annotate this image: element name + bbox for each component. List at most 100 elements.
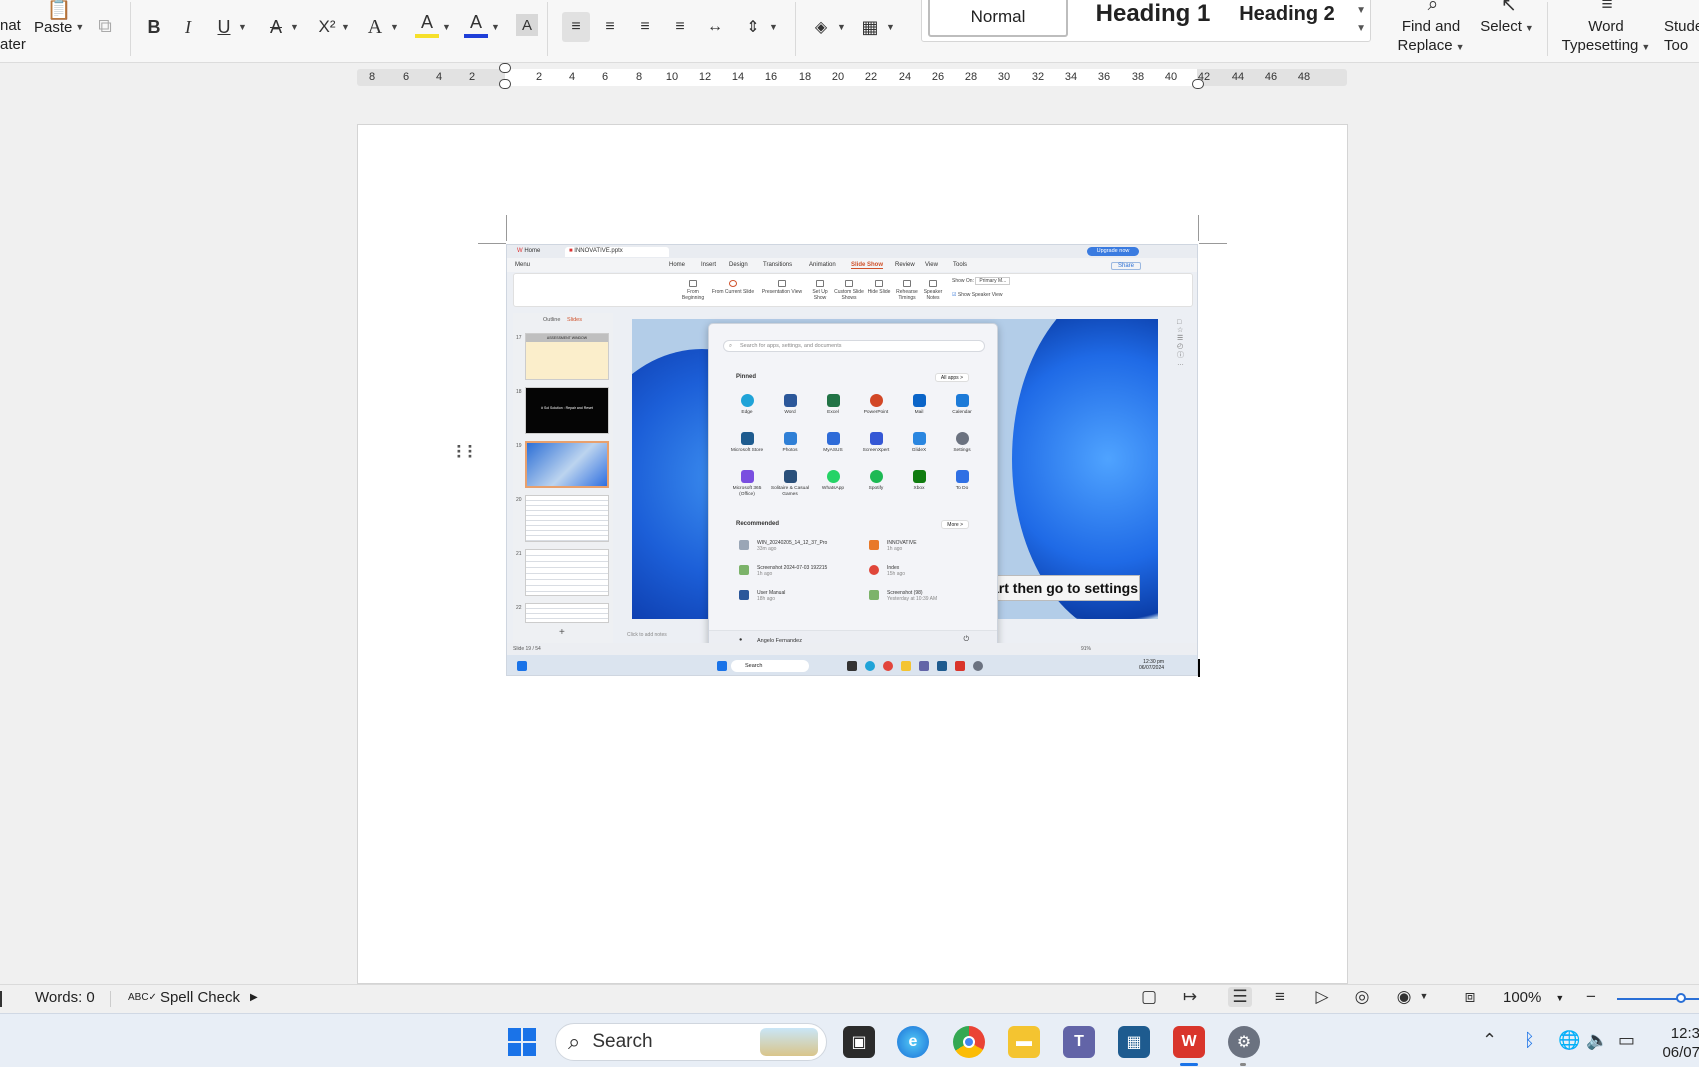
zoom-level[interactable]: 100% ▼ bbox=[1503, 989, 1564, 1006]
chrome-icon[interactable] bbox=[953, 1026, 985, 1058]
embedded-slide-thumb: ASSESSMENT WINDOW bbox=[525, 333, 609, 380]
right-indent-marker[interactable] bbox=[1192, 79, 1204, 89]
windows-start-button[interactable] bbox=[508, 1028, 536, 1056]
style-normal[interactable]: Normal bbox=[928, 0, 1068, 37]
ruler-number: 6 bbox=[601, 71, 609, 83]
chevron-down-icon[interactable]: ▼ bbox=[834, 12, 846, 42]
embedded-slide-thumb: # Sol Solution : Repair and Reset bbox=[525, 387, 609, 434]
format-painter-button[interactable]: nat ater bbox=[0, 16, 26, 54]
embedded-notes: Click to add notes bbox=[627, 632, 667, 638]
word-typesetting-label-2: Typesetting bbox=[1561, 37, 1639, 54]
embedded-folder-icon bbox=[901, 661, 911, 671]
zoom-slider[interactable] bbox=[1617, 998, 1699, 1000]
microsoft-store-icon[interactable]: ▦ bbox=[1118, 1026, 1150, 1058]
align-left-icon[interactable]: ≡ bbox=[562, 12, 590, 42]
taskbar-search-box[interactable]: ⌕ Search bbox=[555, 1023, 827, 1061]
edge-icon[interactable]: e bbox=[897, 1026, 929, 1058]
embedded-screenshot-image[interactable]: W Home ■ INNOVATIVE.pptx Upgrade now Men… bbox=[506, 244, 1198, 676]
superscript-button[interactable]: X² bbox=[314, 12, 340, 42]
drag-handle-icon[interactable]: ⠇⠇ bbox=[455, 444, 479, 462]
file-explorer-icon[interactable]: ▬ bbox=[1008, 1026, 1040, 1058]
ruler-number: 10 bbox=[665, 71, 679, 83]
chevron-down-icon[interactable]: ▼ bbox=[387, 12, 399, 42]
chevron-up-icon[interactable]: ⌃ bbox=[1482, 1030, 1497, 1051]
chevron-down-icon[interactable]: ▼ bbox=[766, 12, 778, 42]
embedded-slide-count: Slide 19 / 54 bbox=[513, 646, 541, 652]
highlight-button[interactable]: A bbox=[415, 10, 439, 38]
fit-page-icon[interactable]: ⧈ bbox=[1458, 987, 1482, 1007]
embedded-app-label: Calendar bbox=[952, 410, 972, 415]
align-center-icon[interactable]: ≡ bbox=[597, 12, 623, 42]
zoom-out-icon[interactable]: − bbox=[1579, 987, 1603, 1007]
chevron-down-icon[interactable]: ▼ bbox=[1412, 991, 1436, 1001]
bold-button[interactable]: B bbox=[143, 12, 165, 42]
embedded-store-icon bbox=[937, 661, 947, 671]
text-effects-button[interactable]: A bbox=[363, 12, 387, 42]
chevron-down-icon[interactable]: ▼ bbox=[883, 12, 895, 42]
spell-check-button[interactable]: ABC✓ Spell Check ▶ bbox=[128, 989, 258, 1006]
style-heading-1[interactable]: Heading 1 bbox=[1078, 0, 1228, 31]
battery-icon[interactable]: ▭ bbox=[1618, 1030, 1635, 1051]
chevron-down-icon[interactable]: ▼ bbox=[488, 12, 500, 42]
embedded-recommended-heading: Recommended bbox=[736, 521, 780, 527]
student-tools-label-1: Stude bbox=[1664, 18, 1699, 35]
shading-icon[interactable]: ◈ bbox=[808, 12, 834, 42]
embedded-teams-icon bbox=[919, 661, 929, 671]
borders-icon[interactable]: ▦ bbox=[857, 12, 883, 42]
justify-icon[interactable]: ≡ bbox=[667, 12, 693, 42]
bluetooth-icon[interactable]: ᛒ bbox=[1524, 1030, 1535, 1051]
select-button[interactable]: Select ▼ bbox=[1476, 17, 1538, 38]
clock-time: 12:3 bbox=[1670, 1025, 1699, 1042]
underline-button[interactable]: U bbox=[213, 12, 235, 42]
more-styles-icon[interactable]: ▼ bbox=[1356, 23, 1366, 34]
wps-office-icon[interactable]: W bbox=[1173, 1026, 1205, 1058]
distributed-align-icon[interactable]: ↔ bbox=[702, 12, 728, 42]
embedded-menu: Tools bbox=[953, 262, 968, 268]
taskbar-clock[interactable]: 12:3 06/07 bbox=[1660, 1024, 1699, 1062]
chevron-down-icon[interactable]: ▼ bbox=[439, 12, 451, 42]
line-spacing-icon[interactable]: ⇕ bbox=[740, 12, 766, 42]
embedded-app-label: Word bbox=[784, 410, 796, 415]
paste-button[interactable]: Paste ▼ bbox=[34, 17, 84, 37]
chevron-down-icon[interactable]: ▼ bbox=[1356, 5, 1366, 16]
embedded-slide-caption: art then go to settings bbox=[988, 575, 1140, 601]
word-typesetting-button[interactable]: Word Typesetting ▼ bbox=[1558, 17, 1654, 57]
embedded-start-icon bbox=[717, 661, 727, 671]
zoom-slider-handle[interactable] bbox=[1676, 993, 1686, 1003]
word-count[interactable]: Words: 0 bbox=[35, 989, 95, 1006]
font-color-button[interactable]: A bbox=[464, 10, 488, 38]
ruler-number: 2 bbox=[535, 71, 543, 83]
teams-icon[interactable]: T bbox=[1063, 1026, 1095, 1058]
first-line-indent-marker[interactable] bbox=[499, 63, 511, 73]
chevron-down-icon[interactable]: ▼ bbox=[235, 12, 247, 42]
find-replace-button[interactable]: Find and Replace ▼ bbox=[1388, 17, 1474, 57]
strikethrough-button[interactable]: A bbox=[265, 12, 287, 42]
embedded-rec-time: 33m ago bbox=[757, 546, 777, 552]
embedded-rec-item: INNOVATIVE 1h ago bbox=[869, 540, 917, 552]
embedded-settings-icon bbox=[973, 661, 983, 671]
embedded-app-label: Photos bbox=[782, 448, 798, 453]
embedded-rec-time: 15h ago bbox=[887, 571, 906, 577]
align-right-icon[interactable]: ≡ bbox=[632, 12, 658, 42]
style-heading-2[interactable]: Heading 2 bbox=[1222, 0, 1352, 31]
character-shading-button[interactable]: A bbox=[516, 14, 538, 36]
volume-icon[interactable]: 🔈 bbox=[1586, 1030, 1608, 1051]
italic-button[interactable]: I bbox=[177, 12, 199, 42]
export-icon[interactable]: ↦ bbox=[1178, 987, 1202, 1007]
chevron-down-icon[interactable]: ▼ bbox=[338, 12, 350, 42]
outline-view-icon[interactable]: ≡ bbox=[1268, 987, 1292, 1007]
network-icon[interactable]: 🌐 bbox=[1558, 1030, 1580, 1051]
horizontal-ruler[interactable]: 8 6 4 2 2 4 6 8 10 12 14 16 18 20 22 24 … bbox=[357, 63, 1347, 89]
embedded-app-settings: Settings bbox=[942, 432, 982, 454]
web-layout-icon[interactable]: ◎ bbox=[1350, 987, 1374, 1007]
student-tools-button[interactable]: Stude Too bbox=[1664, 17, 1699, 55]
task-view-icon[interactable]: ▣ bbox=[843, 1026, 875, 1058]
settings-gear-icon[interactable]: ⚙ bbox=[1228, 1026, 1260, 1058]
page-view-icon[interactable]: ▢ bbox=[1137, 987, 1161, 1007]
chevron-down-icon[interactable]: ▼ bbox=[287, 12, 299, 42]
print-layout-icon[interactable]: ☰ bbox=[1228, 987, 1252, 1007]
copy-icon[interactable]: ⧉ bbox=[94, 12, 116, 42]
play-icon[interactable]: ▷ bbox=[1310, 987, 1334, 1007]
left-indent-marker[interactable] bbox=[499, 79, 511, 89]
search-icon: ⌕ bbox=[568, 1029, 581, 1054]
